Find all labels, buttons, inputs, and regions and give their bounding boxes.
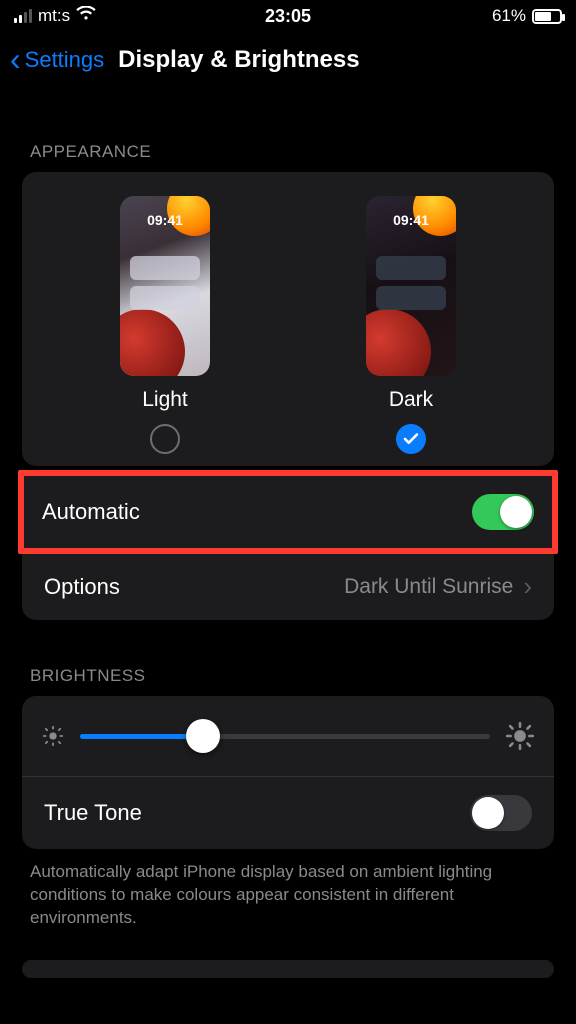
back-chevron-icon[interactable]: ‹ (10, 50, 21, 69)
sun-large-icon (506, 722, 534, 750)
theme-label-light: Light (142, 388, 188, 412)
radio-light[interactable] (150, 424, 180, 454)
preview-time: 09:41 (120, 212, 210, 228)
section-header-appearance: APPEARANCE (0, 92, 576, 172)
status-bar: mt:s 23:05 61% (0, 0, 576, 32)
theme-option-light[interactable]: 09:41 Light (120, 196, 210, 454)
theme-preview-light: 09:41 (120, 196, 210, 376)
row-true-tone[interactable]: True Tone (22, 776, 554, 849)
clock: 23:05 (0, 6, 576, 27)
appearance-panel: 09:41 Light 09:41 Dark (22, 172, 554, 466)
options-label: Options (44, 574, 120, 600)
chevron-right-icon: › (523, 571, 532, 602)
preview-time: 09:41 (366, 212, 456, 228)
toggle-true-tone[interactable] (470, 795, 532, 831)
radio-dark[interactable] (396, 424, 426, 454)
appearance-panel-lower: Options Dark Until Sunrise › (22, 552, 554, 620)
brightness-slider[interactable] (80, 734, 490, 739)
sun-small-icon (42, 725, 64, 747)
row-options[interactable]: Options Dark Until Sunrise › (22, 552, 554, 620)
true-tone-footer: Automatically adapt iPhone display based… (0, 849, 576, 930)
section-header-brightness: BRIGHTNESS (0, 620, 576, 696)
automatic-label: Automatic (42, 499, 140, 525)
brightness-panel: True Tone (22, 696, 554, 849)
nav-header: ‹ Settings Display & Brightness (0, 32, 576, 92)
battery-icon (532, 9, 562, 24)
next-panel-peek (22, 960, 554, 978)
toggle-automatic[interactable] (472, 494, 534, 530)
back-button[interactable]: Settings (25, 47, 105, 73)
highlight-automatic: Automatic (18, 470, 558, 554)
theme-preview-dark: 09:41 (366, 196, 456, 376)
options-value: Dark Until Sunrise (344, 575, 513, 599)
theme-option-dark[interactable]: 09:41 Dark (366, 196, 456, 454)
theme-label-dark: Dark (389, 388, 433, 412)
true-tone-label: True Tone (44, 800, 142, 826)
row-automatic[interactable]: Automatic (24, 476, 552, 548)
slider-thumb[interactable] (186, 719, 220, 753)
page-title: Display & Brightness (118, 46, 359, 74)
